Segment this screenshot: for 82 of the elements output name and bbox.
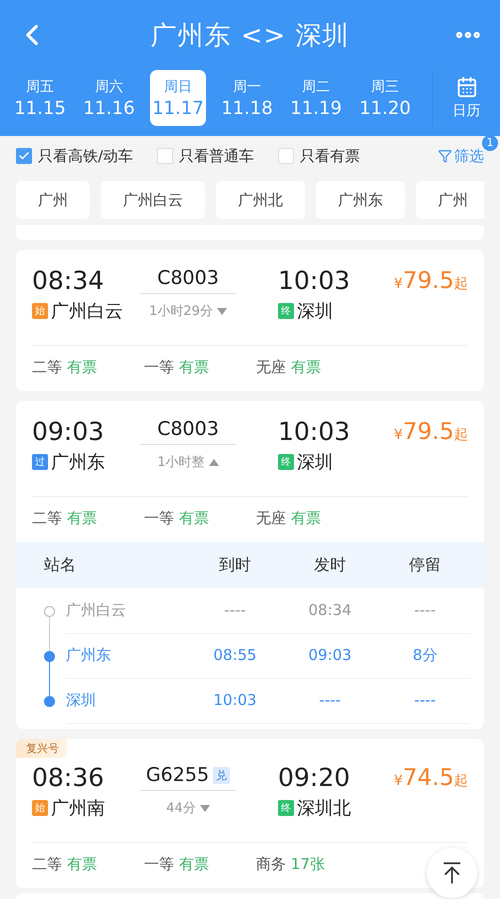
- station-chip[interactable]: 广州: [416, 181, 484, 219]
- station-chip[interactable]: 广州白云: [101, 181, 205, 219]
- stop-name: 广州白云: [66, 588, 190, 634]
- price: ¥79.5起: [394, 418, 468, 444]
- date-tab[interactable]: 周五 11.15: [12, 70, 68, 126]
- caret-down-icon: [216, 308, 227, 314]
- filter-label: 只看普通车: [179, 146, 254, 166]
- checkbox[interactable]: [16, 148, 32, 164]
- arrive-time-cell: ----: [190, 588, 280, 634]
- seat-availability: 无座 有票: [256, 509, 322, 528]
- from-station: 广州东: [51, 451, 105, 474]
- station-badge: 过: [32, 454, 48, 470]
- depart-time-cell: ----: [280, 678, 380, 724]
- train-card[interactable]: 复兴号 08:36 G6255 兑 09:20 ¥74.5起 始 广州南 44分 终 深圳北 二等 有票 一等 有票 商务 17张: [16, 739, 484, 888]
- exchange-badge: 兑: [213, 766, 230, 784]
- stay-cell: ----: [380, 678, 470, 724]
- column-header: 站名: [44, 554, 77, 576]
- duration-toggle[interactable]: 1小时整: [140, 453, 236, 471]
- depart-time-cell: 09:03: [280, 632, 380, 678]
- duration-toggle[interactable]: 44分: [140, 799, 236, 817]
- depart-time: 09:03: [32, 417, 106, 446]
- filter-label: 只看有票: [300, 146, 360, 166]
- train-number: C8003: [140, 418, 236, 445]
- arrive-time: 10:03: [278, 417, 350, 446]
- depart-time-cell: 08:34: [280, 588, 380, 634]
- seat-availability: 一等 有票: [144, 509, 210, 528]
- seat-availability: 二等 有票: [32, 509, 98, 528]
- station-badge: 始: [32, 800, 48, 816]
- to-station: 深圳: [297, 300, 333, 323]
- train-card[interactable]: 08:34 C8003 10:03 ¥79.5起 始 广州白云 1小时29分 终 深圳 二等 有票 一等 有票 无座 有票: [16, 250, 484, 391]
- seat-availability: 二等 有票: [32, 358, 98, 377]
- calendar-icon: [456, 76, 478, 98]
- column-header: 停留: [408, 554, 442, 576]
- arrive-time: 10:03: [278, 266, 350, 295]
- caret-up-icon: [208, 458, 219, 466]
- price: ¥79.5起: [394, 268, 468, 294]
- station-chip[interactable]: 广州东: [316, 181, 405, 219]
- to-station: 深圳北: [297, 797, 351, 820]
- caret-down-icon: [200, 804, 210, 812]
- filter-icon: [438, 149, 452, 163]
- column-header: 发时: [313, 554, 347, 576]
- stop-name: 广州东: [66, 632, 190, 678]
- station-chip[interactable]: 广州北: [216, 181, 305, 219]
- date-tab[interactable]: 周六 11.16: [81, 70, 137, 126]
- arrive-time-cell: 10:03: [190, 678, 280, 724]
- price: ¥74.5起: [394, 764, 468, 790]
- check-icon: [18, 150, 30, 162]
- date-tab[interactable]: 周三 11.20: [357, 70, 413, 126]
- train-tag: 复兴号: [16, 739, 67, 758]
- count-badge: 1: [482, 134, 498, 150]
- seat-availability: 商务 17张: [256, 855, 326, 874]
- date-tab[interactable]: 周二 11.19: [288, 70, 344, 126]
- arrive-time: 09:20: [278, 763, 350, 792]
- seat-availability: 二等 有票: [32, 855, 98, 874]
- stay-cell: 8分: [380, 632, 470, 678]
- from-station: 广州南: [51, 797, 105, 820]
- calendar-button[interactable]: 日历: [432, 70, 500, 126]
- date-tab[interactable]: 周一 11.18: [219, 70, 275, 126]
- duration-toggle[interactable]: 1小时29分: [140, 302, 236, 320]
- station-badge: 始: [32, 303, 48, 319]
- stay-cell: ----: [380, 588, 470, 634]
- seat-availability: 一等 有票: [144, 358, 210, 377]
- from-station: 广州白云: [51, 300, 123, 323]
- seat-availability: 无座 有票: [256, 358, 322, 377]
- station-badge: 终: [278, 303, 294, 319]
- station-badge: 终: [278, 454, 294, 470]
- depart-time: 08:36: [32, 763, 106, 792]
- filter-button[interactable]: 筛选: [438, 146, 484, 166]
- column-header: 到时: [218, 554, 252, 576]
- seat-availability: 一等 有票: [144, 855, 210, 874]
- train-number: G6255 兑: [140, 764, 236, 791]
- train-number: C8003: [140, 267, 236, 294]
- arrive-time-cell: 08:55: [190, 632, 280, 678]
- train-card[interactable]: 09:03 C8003 10:03 ¥79.5起 过 广州东 1小时整 终 深圳 二等 有票 一等 有票 无座 有票 站名 到时 发时 停留 广州白云 ---- 08:34 ---- 广州东 08:55 09:03 8分 深圳 10:03 ---- ----: [16, 401, 484, 729]
- filter-label: 只看高铁/动车: [38, 146, 134, 166]
- date-tab[interactable]: 周日 11.17: [150, 70, 206, 126]
- station-chip[interactable]: 广州: [16, 181, 90, 219]
- to-station: 深圳: [297, 451, 333, 474]
- depart-time: 08:34: [32, 266, 106, 295]
- page-title: 广州东 <> 深圳: [150, 20, 350, 52]
- stop-name: 深圳: [66, 678, 190, 724]
- station-badge: 终: [278, 800, 294, 816]
